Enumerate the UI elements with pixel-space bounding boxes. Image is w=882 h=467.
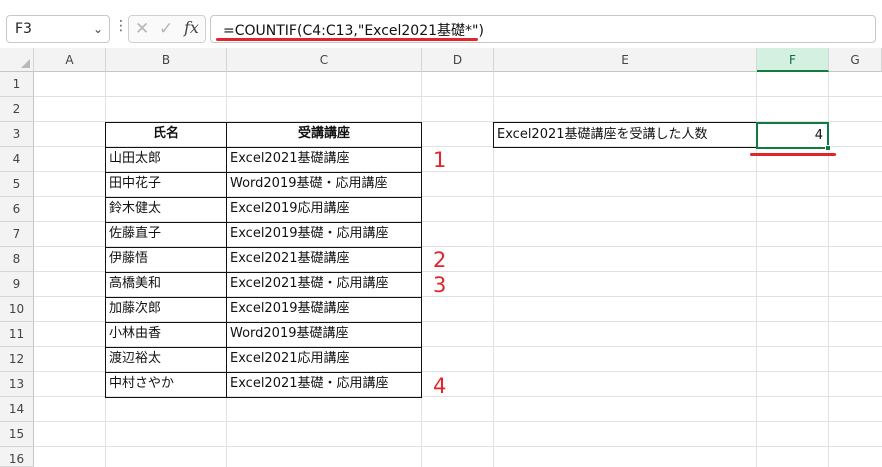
- table-header-course[interactable]: 受講講座: [227, 122, 421, 147]
- cancel-icon[interactable]: ✕: [135, 19, 149, 39]
- row-header-16[interactable]: 16: [0, 447, 34, 467]
- row-header-7[interactable]: 7: [0, 222, 34, 247]
- table-border: [105, 397, 422, 398]
- row-header-8[interactable]: 8: [0, 247, 34, 272]
- row-header-1[interactable]: 1: [0, 72, 34, 97]
- cell-b6[interactable]: 鈴木健太: [106, 197, 226, 222]
- result-label: Excel2021基礎講座を受講した人数: [497, 127, 708, 142]
- name-box-value: F3: [15, 21, 32, 37]
- fill-handle[interactable]: [825, 145, 831, 151]
- chevron-down-icon[interactable]: ⌄: [93, 22, 103, 36]
- name-box[interactable]: F3 ⌄: [6, 15, 110, 43]
- formula-bar: F3 ⌄ ⋮ ✕ ✓ fx =COUNTIF(C4:C13,"Excel2021…: [0, 0, 882, 48]
- cell-c12[interactable]: Excel2021応用講座: [227, 347, 421, 372]
- column-header-b[interactable]: B: [106, 48, 227, 72]
- cell-c8[interactable]: Excel2021基礎講座: [227, 247, 421, 272]
- row-header-5[interactable]: 5: [0, 172, 34, 197]
- row-header-15[interactable]: 15: [0, 422, 34, 447]
- cell-b11[interactable]: 小林由香: [106, 322, 226, 347]
- column-header-g[interactable]: G: [829, 48, 882, 72]
- cell-b12[interactable]: 渡辺裕太: [106, 347, 226, 372]
- row-header-14[interactable]: 14: [0, 397, 34, 422]
- cell-e3[interactable]: Excel2021基礎講座を受講した人数: [493, 122, 757, 148]
- formula-highlight-underline: [216, 38, 478, 41]
- row-header-4[interactable]: 4: [0, 147, 34, 172]
- cell-c6[interactable]: Excel2019応用講座: [227, 197, 421, 222]
- annotation-2: 2: [433, 248, 447, 272]
- column-header-a[interactable]: A: [34, 48, 106, 72]
- cell-b10[interactable]: 加藤次郎: [106, 297, 226, 322]
- annotation-4: 4: [433, 374, 447, 398]
- row-header-9[interactable]: 9: [0, 272, 34, 297]
- gridline-horizontal: [34, 96, 882, 97]
- cell-b13[interactable]: 中村さやか: [106, 372, 226, 397]
- annotation-3: 3: [433, 273, 447, 297]
- cell-c4[interactable]: Excel2021基礎講座: [227, 147, 421, 172]
- cell-c7[interactable]: Excel2019基礎・応用講座: [227, 222, 421, 247]
- cell-c5[interactable]: Word2019基礎・応用講座: [227, 172, 421, 197]
- insert-function-icon[interactable]: fx: [184, 18, 199, 37]
- cell-b4[interactable]: 山田太郎: [106, 147, 226, 172]
- row-header-6[interactable]: 6: [0, 197, 34, 222]
- column-header-f[interactable]: F: [757, 48, 829, 72]
- row-header-12[interactable]: 12: [0, 347, 34, 372]
- result-value: 4: [814, 128, 823, 143]
- gridline-horizontal: [34, 446, 882, 447]
- row-header-10[interactable]: 10: [0, 297, 34, 322]
- column-header-c[interactable]: C: [227, 48, 422, 72]
- row-header-11[interactable]: 11: [0, 322, 34, 347]
- formula-text: =COUNTIF(C4:C13,"Excel2021基礎*"): [223, 23, 484, 39]
- row-header-13[interactable]: 13: [0, 372, 34, 397]
- column-header-d[interactable]: D: [422, 48, 494, 72]
- cell-c11[interactable]: Word2019基礎講座: [227, 322, 421, 347]
- result-highlight-underline: [750, 153, 836, 156]
- row-header-3[interactable]: 3: [0, 122, 34, 147]
- cell-c9[interactable]: Excel2021基礎・応用講座: [227, 272, 421, 297]
- cell-c10[interactable]: Excel2019基礎講座: [227, 297, 421, 322]
- enter-icon[interactable]: ✓: [159, 19, 173, 39]
- select-all-corner[interactable]: [0, 48, 34, 72]
- cell-b8[interactable]: 伊藤悟: [106, 247, 226, 272]
- select-all-triangle-icon: [21, 59, 30, 68]
- cell-c13[interactable]: Excel2021基礎・応用講座: [227, 372, 421, 397]
- gridline-horizontal: [34, 421, 882, 422]
- cell-b5[interactable]: 田中花子: [106, 172, 226, 197]
- table-header-name[interactable]: 氏名: [106, 122, 226, 147]
- table-border: [421, 122, 422, 397]
- annotation-1: 1: [433, 148, 447, 172]
- more-options-icon[interactable]: ⋮: [114, 18, 128, 38]
- row-header-2[interactable]: 2: [0, 97, 34, 122]
- cell-b9[interactable]: 高橋美和: [106, 272, 226, 297]
- column-header-e[interactable]: E: [494, 48, 757, 72]
- cell-b7[interactable]: 佐藤直子: [106, 222, 226, 247]
- cell-f3-selected[interactable]: 4: [756, 122, 829, 149]
- formula-buttons: ✕ ✓ fx: [128, 15, 206, 43]
